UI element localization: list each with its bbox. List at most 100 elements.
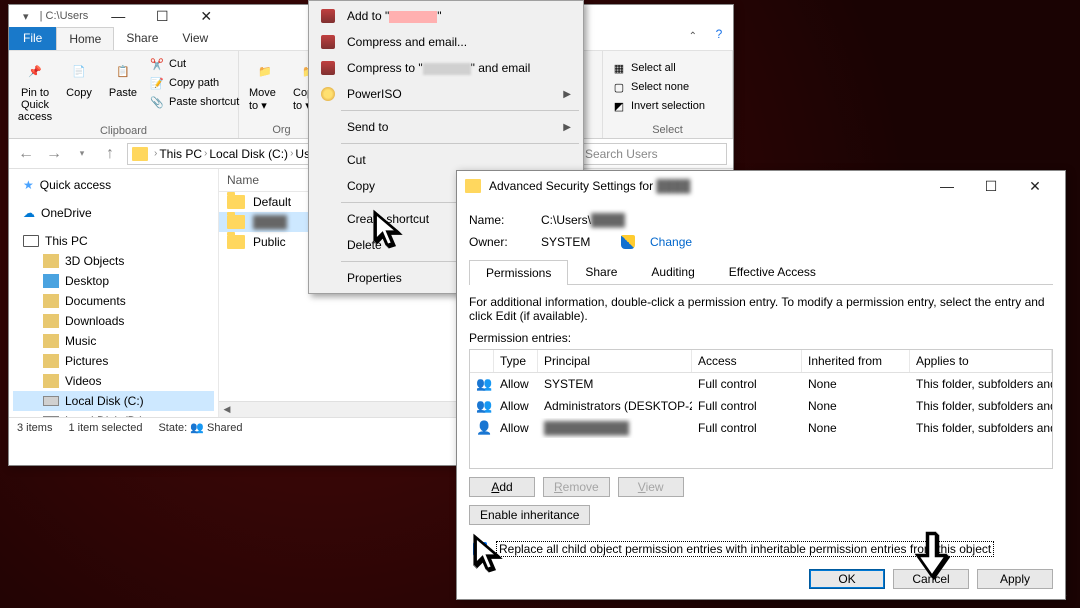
help-icon[interactable]: ? <box>705 27 733 50</box>
folder-icon <box>43 294 59 308</box>
dialog-title: Advanced Security Settings for ████ <box>489 179 690 193</box>
cloud-icon: ☁ <box>23 206 35 220</box>
copy-path-button[interactable]: 📝Copy path <box>147 74 241 92</box>
tab-permissions[interactable]: Permissions <box>469 260 568 285</box>
monitor-icon <box>23 235 39 247</box>
crumb-this-pc[interactable]: This PC <box>159 147 202 161</box>
ctx-compress-to-email[interactable]: Compress to "" and email <box>311 55 581 81</box>
name-label: Name: <box>469 213 529 227</box>
tree-documents[interactable]: Documents <box>13 291 214 311</box>
status-state: State: 👥 Shared <box>158 421 242 434</box>
tab-share[interactable]: Share <box>114 27 170 50</box>
crumb-c[interactable]: Local Disk (C:) <box>209 147 288 161</box>
user-icon: 👤 <box>470 417 494 439</box>
folder-icon <box>132 147 148 161</box>
tab-auditing[interactable]: Auditing <box>634 259 711 284</box>
ctx-add-to[interactable]: Add to "" <box>311 3 581 29</box>
tree-local-disk-c[interactable]: Local Disk (C:) <box>13 391 214 411</box>
nav-up-button[interactable]: ↑ <box>99 143 121 165</box>
window-title: | C:\Users <box>37 10 89 22</box>
folder-icon <box>465 179 481 193</box>
select-none-button[interactable]: ▢Select none <box>609 78 726 96</box>
table-row[interactable]: 👥 Allow SYSTEM Full control None This fo… <box>470 373 1052 395</box>
users-icon: 👥 <box>470 373 494 395</box>
desktop-icon <box>43 274 59 288</box>
enable-inheritance-button[interactable]: Enable inheritance <box>469 505 590 525</box>
pin-quick-access-button[interactable]: 📌Pin to Quick access <box>15 55 55 125</box>
permission-table: Type Principal Access Inherited from App… <box>469 349 1053 469</box>
cut-button[interactable]: ✂️Cut <box>147 55 241 73</box>
paste-shortcut-button[interactable]: 📎Paste shortcut <box>147 93 241 111</box>
folder-icon <box>227 215 245 229</box>
table-row[interactable]: 👥 Allow Administrators (DESKTOP-2N... Fu… <box>470 395 1052 417</box>
tree-music[interactable]: Music <box>13 331 214 351</box>
tree-3dobjects[interactable]: 3D Objects <box>13 251 214 271</box>
folder-icon <box>43 334 59 348</box>
drive-icon <box>43 416 59 417</box>
replace-checkbox-row[interactable]: Replace all child object permission entr… <box>469 539 1053 559</box>
security-tabs: Permissions Share Auditing Effective Acc… <box>469 259 1053 285</box>
tab-share[interactable]: Share <box>568 259 634 284</box>
close-button[interactable]: ✕ <box>184 5 228 27</box>
select-all-button[interactable]: ▦Select all <box>609 59 726 77</box>
chevron-right-icon: ▶ <box>563 122 571 133</box>
close-button[interactable]: ✕ <box>1013 171 1057 201</box>
invert-selection-button[interactable]: ◩Invert selection <box>609 97 726 115</box>
folder-icon <box>43 374 59 388</box>
tree-desktop[interactable]: Desktop <box>13 271 214 291</box>
tab-file[interactable]: File <box>9 27 56 50</box>
minimize-button[interactable]: — <box>96 5 140 27</box>
qat-sep: ▾ <box>23 10 29 23</box>
folder-icon <box>43 254 59 268</box>
minimize-button[interactable]: — <box>925 171 969 201</box>
apply-button[interactable]: Apply <box>977 569 1053 589</box>
tree-local-disk-d[interactable]: Local Disk (D:) <box>13 411 214 417</box>
move-to-button[interactable]: 📁Move to ▾ <box>245 55 285 114</box>
folder-icon <box>43 314 59 328</box>
tree-pictures[interactable]: Pictures <box>13 351 214 371</box>
ctx-send-to[interactable]: Send to▶ <box>311 114 581 140</box>
star-icon: ★ <box>23 178 34 192</box>
ctx-poweriso[interactable]: PowerISO▶ <box>311 81 581 107</box>
window-controls: — ☐ ✕ <box>96 5 228 27</box>
winrar-icon <box>321 35 335 49</box>
table-header[interactable]: Type Principal Access Inherited from App… <box>470 350 1052 373</box>
users-icon: 👥 <box>470 395 494 417</box>
table-row[interactable]: 👤 Allow ██████████ Full control None Thi… <box>470 417 1052 439</box>
change-owner-link[interactable]: Change <box>650 235 692 249</box>
status-item-count: 3 items <box>17 422 52 434</box>
replace-checkbox-label: Replace all child object permission entr… <box>496 541 994 557</box>
tab-view[interactable]: View <box>170 27 220 50</box>
cancel-button[interactable]: Cancel <box>893 569 969 589</box>
tab-home[interactable]: Home <box>56 27 114 50</box>
ctx-compress-email[interactable]: Compress and email... <box>311 29 581 55</box>
tree-downloads[interactable]: Downloads <box>13 311 214 331</box>
search-placeholder: Search Users <box>585 147 658 161</box>
advanced-security-dialog: Advanced Security Settings for ████ — ☐ … <box>456 170 1066 600</box>
select-group-label: Select <box>609 124 726 136</box>
chevron-right-icon: ▶ <box>563 89 571 100</box>
maximize-button[interactable]: ☐ <box>969 171 1013 201</box>
tree-this-pc[interactable]: This PC <box>13 231 214 251</box>
entries-label: Permission entries: <box>469 331 1053 345</box>
folder-icon <box>43 354 59 368</box>
maximize-button[interactable]: ☐ <box>140 5 184 27</box>
nav-recent-button[interactable]: ▾ <box>71 143 93 165</box>
tree-videos[interactable]: Videos <box>13 371 214 391</box>
owner-label: Owner: <box>469 235 529 249</box>
ok-button[interactable]: OK <box>809 569 885 589</box>
paste-button[interactable]: 📋Paste <box>103 55 143 101</box>
tree-quick-access[interactable]: ★Quick access <box>13 175 214 195</box>
add-button[interactable]: Add <box>469 477 535 497</box>
dialog-titlebar: Advanced Security Settings for ████ — ☐ … <box>457 171 1065 201</box>
copy-button[interactable]: 📄Copy <box>59 55 99 101</box>
tree-onedrive[interactable]: ☁OneDrive <box>13 203 214 223</box>
tab-effective-access[interactable]: Effective Access <box>712 259 833 284</box>
view-button: View <box>618 477 684 497</box>
status-selected: 1 item selected <box>68 422 142 434</box>
nav-back-button[interactable]: ← <box>15 143 37 165</box>
nav-forward-button[interactable]: → <box>43 143 65 165</box>
winrar-icon <box>321 9 335 23</box>
replace-checkbox[interactable] <box>473 542 487 556</box>
ribbon-collapse-button[interactable]: ⌃ <box>681 27 705 50</box>
